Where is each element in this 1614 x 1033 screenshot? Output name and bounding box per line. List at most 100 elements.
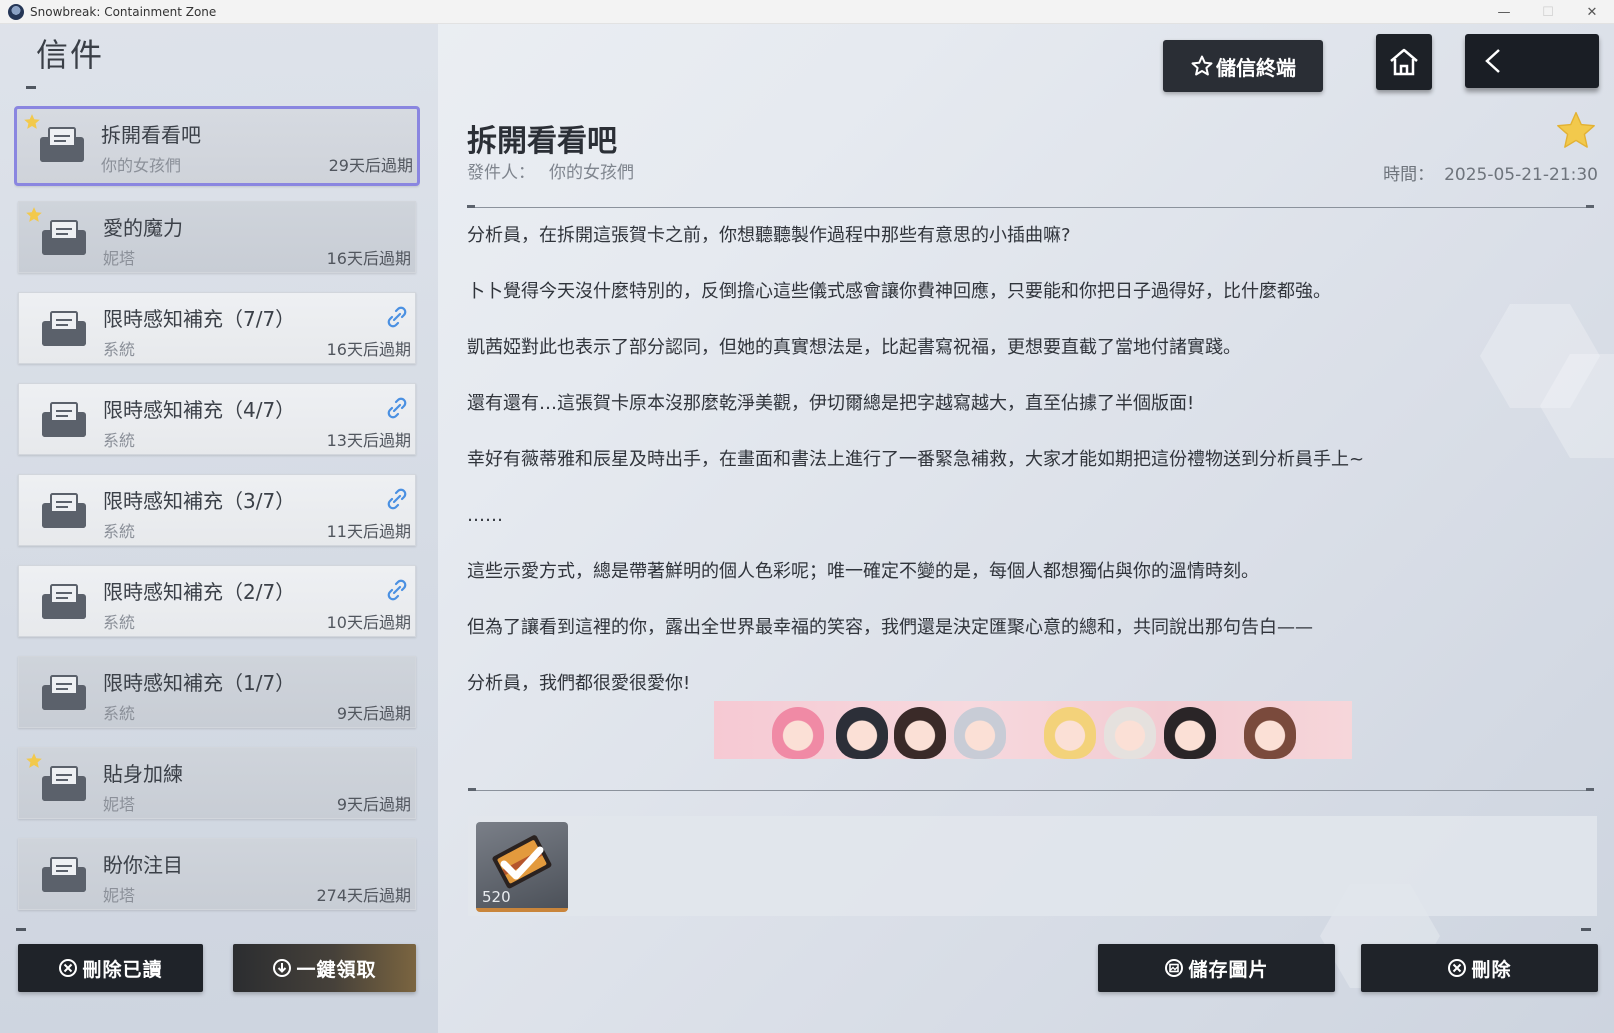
divider (467, 205, 475, 208)
save-image-label: 儲存圖片 (1188, 958, 1269, 981)
chibi-character-image (1244, 707, 1296, 759)
mail-expiry: 16天后過期 (326, 249, 411, 268)
body-paragraph: 還有還有…這張賀卡原本沒那麼乾淨美觀，伊切爾總是把字越寫越大，直至佔據了半個版面… (467, 393, 1195, 414)
mail-sender: 系統 (103, 613, 136, 632)
chibi-character-image (1104, 707, 1156, 759)
chibi-character-image (954, 707, 1006, 759)
home-icon (1390, 48, 1418, 76)
divider (467, 207, 1593, 208)
close-circle-icon (1448, 959, 1467, 977)
envelope-icon (42, 675, 86, 710)
mail-subject: 盼你注目 (103, 853, 183, 877)
page-title: 信件 (36, 36, 105, 74)
mail-expiry: 10天后過期 (326, 613, 411, 632)
mail-list-item[interactable]: 愛的魔力妮塔 16天后過期 (18, 201, 416, 273)
mail-subject: 限時感知補充（7/7） (103, 307, 296, 331)
mail-subject: 貼身加練 (103, 762, 183, 786)
mail-list-item[interactable]: 限時感知補充（4/7） 系統 13天后過期 (18, 383, 416, 455)
mail-list-item[interactable]: 貼身加練妮塔 9天后過期 (18, 747, 416, 819)
mail-subject: 限時感知補充（2/7） (103, 580, 296, 604)
close-icon[interactable]: ✕ (1570, 0, 1614, 24)
body-paragraph: …… (467, 505, 503, 526)
body-paragraph: 但為了讓看到這裡的你，露出全世界最幸福的笑容，我們還是決定匯聚心意的總和，共同說… (467, 617, 1313, 638)
mail-sender: 妮塔 (103, 795, 136, 814)
attachment-item[interactable]: 520 (476, 822, 568, 912)
mail-sender: 你的女孩們 (101, 156, 182, 175)
mail-subject: 拆開看看吧 (467, 124, 617, 159)
chibi-character-image (1044, 707, 1096, 759)
divider (468, 788, 476, 791)
divider (1586, 788, 1594, 791)
envelope-icon (42, 584, 86, 619)
mail-sender: 妮塔 (103, 249, 136, 268)
save-terminal-button[interactable]: 儲信終端 (1163, 40, 1323, 92)
mail-sender: 系統 (103, 704, 136, 723)
mail-expiry: 11天后過期 (326, 522, 411, 541)
delete-button[interactable]: 刪除 (1361, 944, 1598, 992)
sender-label: 發件人： (467, 163, 535, 183)
close-circle-icon (59, 959, 78, 977)
mail-sender: 系統 (103, 340, 136, 359)
mail-subject: 限時感知補充（1/7） (103, 671, 296, 695)
chibi-character-image (772, 707, 824, 759)
mail-list-item[interactable]: 限時感知補充（2/7） 系統 10天后過期 (18, 565, 416, 637)
favorite-star-icon[interactable] (1555, 110, 1597, 152)
envelope-icon (42, 766, 86, 801)
divider (16, 928, 26, 931)
star-outline-icon (1191, 55, 1213, 76)
envelope-icon (42, 220, 86, 255)
mail-expiry: 9天后過期 (336, 795, 411, 814)
mail-screen: 信件 拆開看看吧 你的女孩們 29天后過期 愛的魔力 妮塔 16天后過期 限時感知補充（7/… (0, 24, 1614, 1033)
time-value: 2025-05-21-21:30 (1444, 165, 1598, 185)
sender-value: 你的女孩們 (549, 163, 634, 183)
mail-sender: 發件人： 你的女孩們 (467, 158, 634, 183)
home-button[interactable] (1376, 34, 1432, 90)
mail-subject: 拆開看看吧 (101, 123, 201, 147)
mail-list-item[interactable]: 限時感知補充（3/7） 系統 11天后過期 (18, 474, 416, 546)
attachment-link-icon (387, 306, 407, 328)
mail-list-item[interactable]: 限時感知補充（1/7） 系統 9天后過期 (18, 656, 416, 728)
mail-sender: 系統 (103, 431, 136, 450)
mail-expiry: 16天后過期 (326, 340, 411, 359)
download-circle-icon (273, 959, 292, 977)
divider (468, 790, 1594, 791)
mail-list-item[interactable]: 限時感知補充（7/7） 系統 16天后過期 (18, 292, 416, 364)
attachment-area: 520 (468, 816, 1597, 916)
mail-subject: 愛的魔力 (103, 216, 183, 240)
mail-expiry: 9天后過期 (336, 704, 411, 723)
mail-sender: 系統 (103, 522, 136, 541)
claim-all-label: 一鍵領取 (296, 958, 377, 981)
mail-list-item[interactable]: 盼你注目 妮塔 274天后過期 (18, 838, 416, 910)
envelope-icon (42, 857, 86, 892)
window-titlebar: Snowbreak: Containment Zone — ☐ ✕ (0, 0, 1614, 24)
save-terminal-label: 儲信終端 (1216, 55, 1296, 80)
app-logo-icon (8, 3, 24, 20)
star-icon (26, 207, 42, 222)
mail-time: 時間： 2025-05-21-21:30 (1383, 160, 1598, 185)
divider (1586, 205, 1594, 208)
attachment-link-icon (387, 488, 407, 510)
delete-read-label: 刪除已讀 (82, 958, 163, 981)
back-button[interactable] (1465, 34, 1599, 88)
maximize-icon[interactable]: ☐ (1526, 0, 1570, 24)
envelope-icon (40, 127, 84, 162)
envelope-icon (42, 493, 86, 528)
save-image-button[interactable]: 儲存圖片 (1098, 944, 1335, 992)
mail-expiry: 274天后過期 (316, 886, 411, 905)
minimize-icon[interactable]: — (1482, 0, 1526, 24)
mail-list[interactable]: 拆開看看吧 你的女孩們 29天后過期 愛的魔力 妮塔 16天后過期 限時感知補充（7/7）系… (14, 106, 420, 936)
delete-label: 刪除 (1471, 958, 1512, 981)
delete-read-button[interactable]: 刪除已讀 (18, 944, 203, 992)
body-paragraph: 凱茜婭對此也表示了部分認同，但她的真實想法是，比起書寫祝福，更想要直截了當地付諸… (467, 337, 1241, 358)
mail-expiry: 29天后過期 (328, 156, 413, 175)
mail-list-item[interactable]: 拆開看看吧你的女孩們 29天后過期 (14, 106, 420, 186)
mail-body: 分析員，在拆開這張賀卡之前，你想聽聽製作過程中那些有意思的小插曲嘛? 卜卜覺得今… (467, 224, 1587, 728)
envelope-icon (42, 402, 86, 437)
body-paragraph: 這些示愛方式，總是帶著鮮明的個人色彩呢；唯一確定不變的是，每個人都想獨佔與你的溫… (467, 561, 1259, 582)
window-controls: — ☐ ✕ (1482, 0, 1614, 24)
time-label: 時間： (1383, 165, 1435, 185)
save-image-icon (1165, 959, 1184, 977)
mail-expiry: 13天后過期 (326, 431, 411, 450)
chibi-character-image (894, 707, 946, 759)
claim-all-button[interactable]: 一鍵領取 (233, 944, 416, 992)
